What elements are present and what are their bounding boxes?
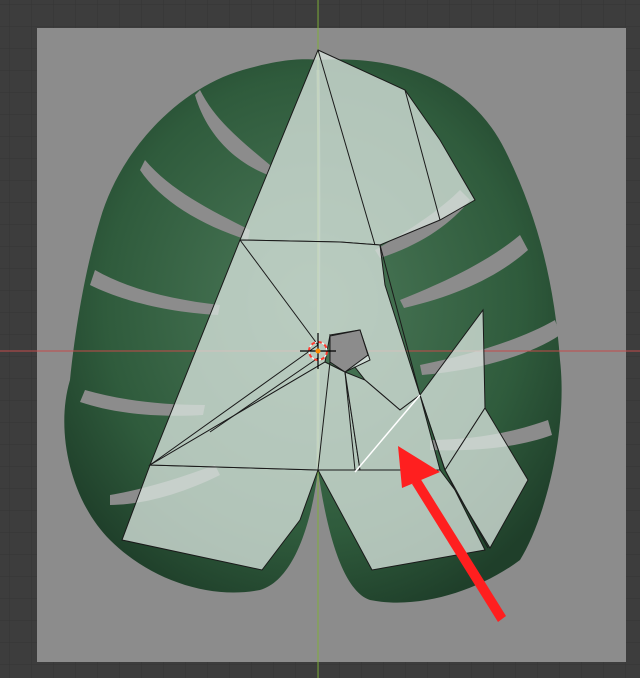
- cursor-center-dot: [315, 348, 321, 354]
- 3d-viewport[interactable]: [0, 0, 640, 678]
